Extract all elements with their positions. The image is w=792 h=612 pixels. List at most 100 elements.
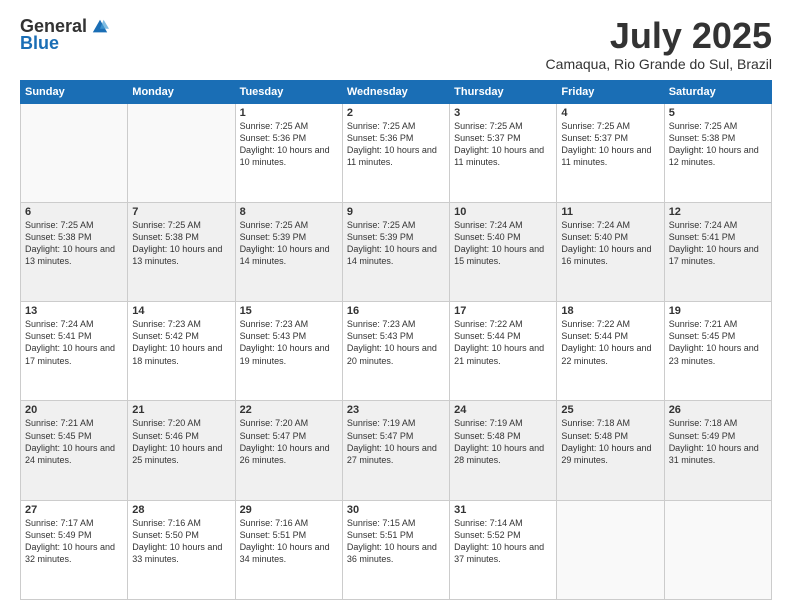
- calendar-cell: [21, 103, 128, 202]
- week-row-1: 1Sunrise: 7:25 AM Sunset: 5:36 PM Daylig…: [21, 103, 772, 202]
- day-number: 21: [132, 404, 230, 416]
- day-info: Sunrise: 7:22 AM Sunset: 5:44 PM Dayligh…: [454, 318, 552, 367]
- day-number: 5: [669, 107, 767, 119]
- day-info: Sunrise: 7:24 AM Sunset: 5:41 PM Dayligh…: [25, 318, 123, 367]
- day-number: 7: [132, 206, 230, 218]
- logo-icon: [91, 18, 109, 36]
- day-number: 4: [561, 107, 659, 119]
- day-headers-row: SundayMondayTuesdayWednesdayThursdayFrid…: [21, 80, 772, 103]
- day-info: Sunrise: 7:24 AM Sunset: 5:40 PM Dayligh…: [454, 219, 552, 268]
- day-number: 2: [347, 107, 445, 119]
- header: General Blue July 2025 Camaqua, Rio Gran…: [20, 16, 772, 72]
- day-number: 23: [347, 404, 445, 416]
- day-info: Sunrise: 7:15 AM Sunset: 5:51 PM Dayligh…: [347, 517, 445, 566]
- day-number: 24: [454, 404, 552, 416]
- day-info: Sunrise: 7:25 AM Sunset: 5:38 PM Dayligh…: [25, 219, 123, 268]
- calendar-cell: 4Sunrise: 7:25 AM Sunset: 5:37 PM Daylig…: [557, 103, 664, 202]
- calendar-cell: 29Sunrise: 7:16 AM Sunset: 5:51 PM Dayli…: [235, 500, 342, 599]
- col-header-friday: Friday: [557, 80, 664, 103]
- calendar-cell: 26Sunrise: 7:18 AM Sunset: 5:49 PM Dayli…: [664, 401, 771, 500]
- day-number: 11: [561, 206, 659, 218]
- day-number: 8: [240, 206, 338, 218]
- col-header-thursday: Thursday: [450, 80, 557, 103]
- day-number: 29: [240, 504, 338, 516]
- calendar-cell: 11Sunrise: 7:24 AM Sunset: 5:40 PM Dayli…: [557, 202, 664, 301]
- day-number: 26: [669, 404, 767, 416]
- day-info: Sunrise: 7:25 AM Sunset: 5:36 PM Dayligh…: [347, 120, 445, 169]
- calendar-cell: 8Sunrise: 7:25 AM Sunset: 5:39 PM Daylig…: [235, 202, 342, 301]
- day-number: 17: [454, 305, 552, 317]
- title-area: July 2025 Camaqua, Rio Grande do Sul, Br…: [546, 16, 772, 72]
- calendar-cell: [128, 103, 235, 202]
- day-info: Sunrise: 7:22 AM Sunset: 5:44 PM Dayligh…: [561, 318, 659, 367]
- day-info: Sunrise: 7:23 AM Sunset: 5:43 PM Dayligh…: [347, 318, 445, 367]
- day-number: 3: [454, 107, 552, 119]
- day-info: Sunrise: 7:20 AM Sunset: 5:46 PM Dayligh…: [132, 417, 230, 466]
- calendar-cell: 10Sunrise: 7:24 AM Sunset: 5:40 PM Dayli…: [450, 202, 557, 301]
- calendar-cell: 30Sunrise: 7:15 AM Sunset: 5:51 PM Dayli…: [342, 500, 449, 599]
- day-number: 19: [669, 305, 767, 317]
- calendar-cell: 15Sunrise: 7:23 AM Sunset: 5:43 PM Dayli…: [235, 302, 342, 401]
- calendar-cell: 9Sunrise: 7:25 AM Sunset: 5:39 PM Daylig…: [342, 202, 449, 301]
- day-number: 25: [561, 404, 659, 416]
- day-number: 12: [669, 206, 767, 218]
- day-info: Sunrise: 7:18 AM Sunset: 5:49 PM Dayligh…: [669, 417, 767, 466]
- calendar-table: SundayMondayTuesdayWednesdayThursdayFrid…: [20, 80, 772, 600]
- calendar-cell: 7Sunrise: 7:25 AM Sunset: 5:38 PM Daylig…: [128, 202, 235, 301]
- day-number: 20: [25, 404, 123, 416]
- day-info: Sunrise: 7:25 AM Sunset: 5:36 PM Dayligh…: [240, 120, 338, 169]
- page: General Blue July 2025 Camaqua, Rio Gran…: [0, 0, 792, 612]
- day-number: 27: [25, 504, 123, 516]
- day-number: 1: [240, 107, 338, 119]
- day-number: 16: [347, 305, 445, 317]
- day-info: Sunrise: 7:23 AM Sunset: 5:42 PM Dayligh…: [132, 318, 230, 367]
- day-info: Sunrise: 7:21 AM Sunset: 5:45 PM Dayligh…: [25, 417, 123, 466]
- col-header-wednesday: Wednesday: [342, 80, 449, 103]
- day-number: 6: [25, 206, 123, 218]
- day-info: Sunrise: 7:21 AM Sunset: 5:45 PM Dayligh…: [669, 318, 767, 367]
- calendar-cell: 21Sunrise: 7:20 AM Sunset: 5:46 PM Dayli…: [128, 401, 235, 500]
- week-row-3: 13Sunrise: 7:24 AM Sunset: 5:41 PM Dayli…: [21, 302, 772, 401]
- day-info: Sunrise: 7:25 AM Sunset: 5:37 PM Dayligh…: [561, 120, 659, 169]
- week-row-4: 20Sunrise: 7:21 AM Sunset: 5:45 PM Dayli…: [21, 401, 772, 500]
- day-info: Sunrise: 7:25 AM Sunset: 5:39 PM Dayligh…: [240, 219, 338, 268]
- logo: General Blue: [20, 16, 109, 54]
- week-row-2: 6Sunrise: 7:25 AM Sunset: 5:38 PM Daylig…: [21, 202, 772, 301]
- calendar-cell: 28Sunrise: 7:16 AM Sunset: 5:50 PM Dayli…: [128, 500, 235, 599]
- calendar-cell: 20Sunrise: 7:21 AM Sunset: 5:45 PM Dayli…: [21, 401, 128, 500]
- day-number: 15: [240, 305, 338, 317]
- col-header-saturday: Saturday: [664, 80, 771, 103]
- calendar-cell: 31Sunrise: 7:14 AM Sunset: 5:52 PM Dayli…: [450, 500, 557, 599]
- day-number: 31: [454, 504, 552, 516]
- calendar-cell: 12Sunrise: 7:24 AM Sunset: 5:41 PM Dayli…: [664, 202, 771, 301]
- day-info: Sunrise: 7:24 AM Sunset: 5:41 PM Dayligh…: [669, 219, 767, 268]
- calendar-cell: 18Sunrise: 7:22 AM Sunset: 5:44 PM Dayli…: [557, 302, 664, 401]
- day-number: 18: [561, 305, 659, 317]
- day-info: Sunrise: 7:18 AM Sunset: 5:48 PM Dayligh…: [561, 417, 659, 466]
- calendar-cell: 3Sunrise: 7:25 AM Sunset: 5:37 PM Daylig…: [450, 103, 557, 202]
- day-info: Sunrise: 7:19 AM Sunset: 5:48 PM Dayligh…: [454, 417, 552, 466]
- col-header-monday: Monday: [128, 80, 235, 103]
- day-info: Sunrise: 7:17 AM Sunset: 5:49 PM Dayligh…: [25, 517, 123, 566]
- day-info: Sunrise: 7:25 AM Sunset: 5:38 PM Dayligh…: [132, 219, 230, 268]
- day-number: 13: [25, 305, 123, 317]
- day-info: Sunrise: 7:24 AM Sunset: 5:40 PM Dayligh…: [561, 219, 659, 268]
- day-number: 30: [347, 504, 445, 516]
- calendar-cell: 24Sunrise: 7:19 AM Sunset: 5:48 PM Dayli…: [450, 401, 557, 500]
- subtitle: Camaqua, Rio Grande do Sul, Brazil: [546, 56, 772, 72]
- calendar-cell: 14Sunrise: 7:23 AM Sunset: 5:42 PM Dayli…: [128, 302, 235, 401]
- calendar-cell: 1Sunrise: 7:25 AM Sunset: 5:36 PM Daylig…: [235, 103, 342, 202]
- calendar-cell: 6Sunrise: 7:25 AM Sunset: 5:38 PM Daylig…: [21, 202, 128, 301]
- day-number: 10: [454, 206, 552, 218]
- calendar-cell: 13Sunrise: 7:24 AM Sunset: 5:41 PM Dayli…: [21, 302, 128, 401]
- calendar-cell: 5Sunrise: 7:25 AM Sunset: 5:38 PM Daylig…: [664, 103, 771, 202]
- calendar-cell: 17Sunrise: 7:22 AM Sunset: 5:44 PM Dayli…: [450, 302, 557, 401]
- day-number: 28: [132, 504, 230, 516]
- day-info: Sunrise: 7:14 AM Sunset: 5:52 PM Dayligh…: [454, 517, 552, 566]
- calendar-cell: 25Sunrise: 7:18 AM Sunset: 5:48 PM Dayli…: [557, 401, 664, 500]
- day-info: Sunrise: 7:16 AM Sunset: 5:51 PM Dayligh…: [240, 517, 338, 566]
- calendar-cell: 27Sunrise: 7:17 AM Sunset: 5:49 PM Dayli…: [21, 500, 128, 599]
- month-title: July 2025: [546, 16, 772, 56]
- day-number: 9: [347, 206, 445, 218]
- day-number: 14: [132, 305, 230, 317]
